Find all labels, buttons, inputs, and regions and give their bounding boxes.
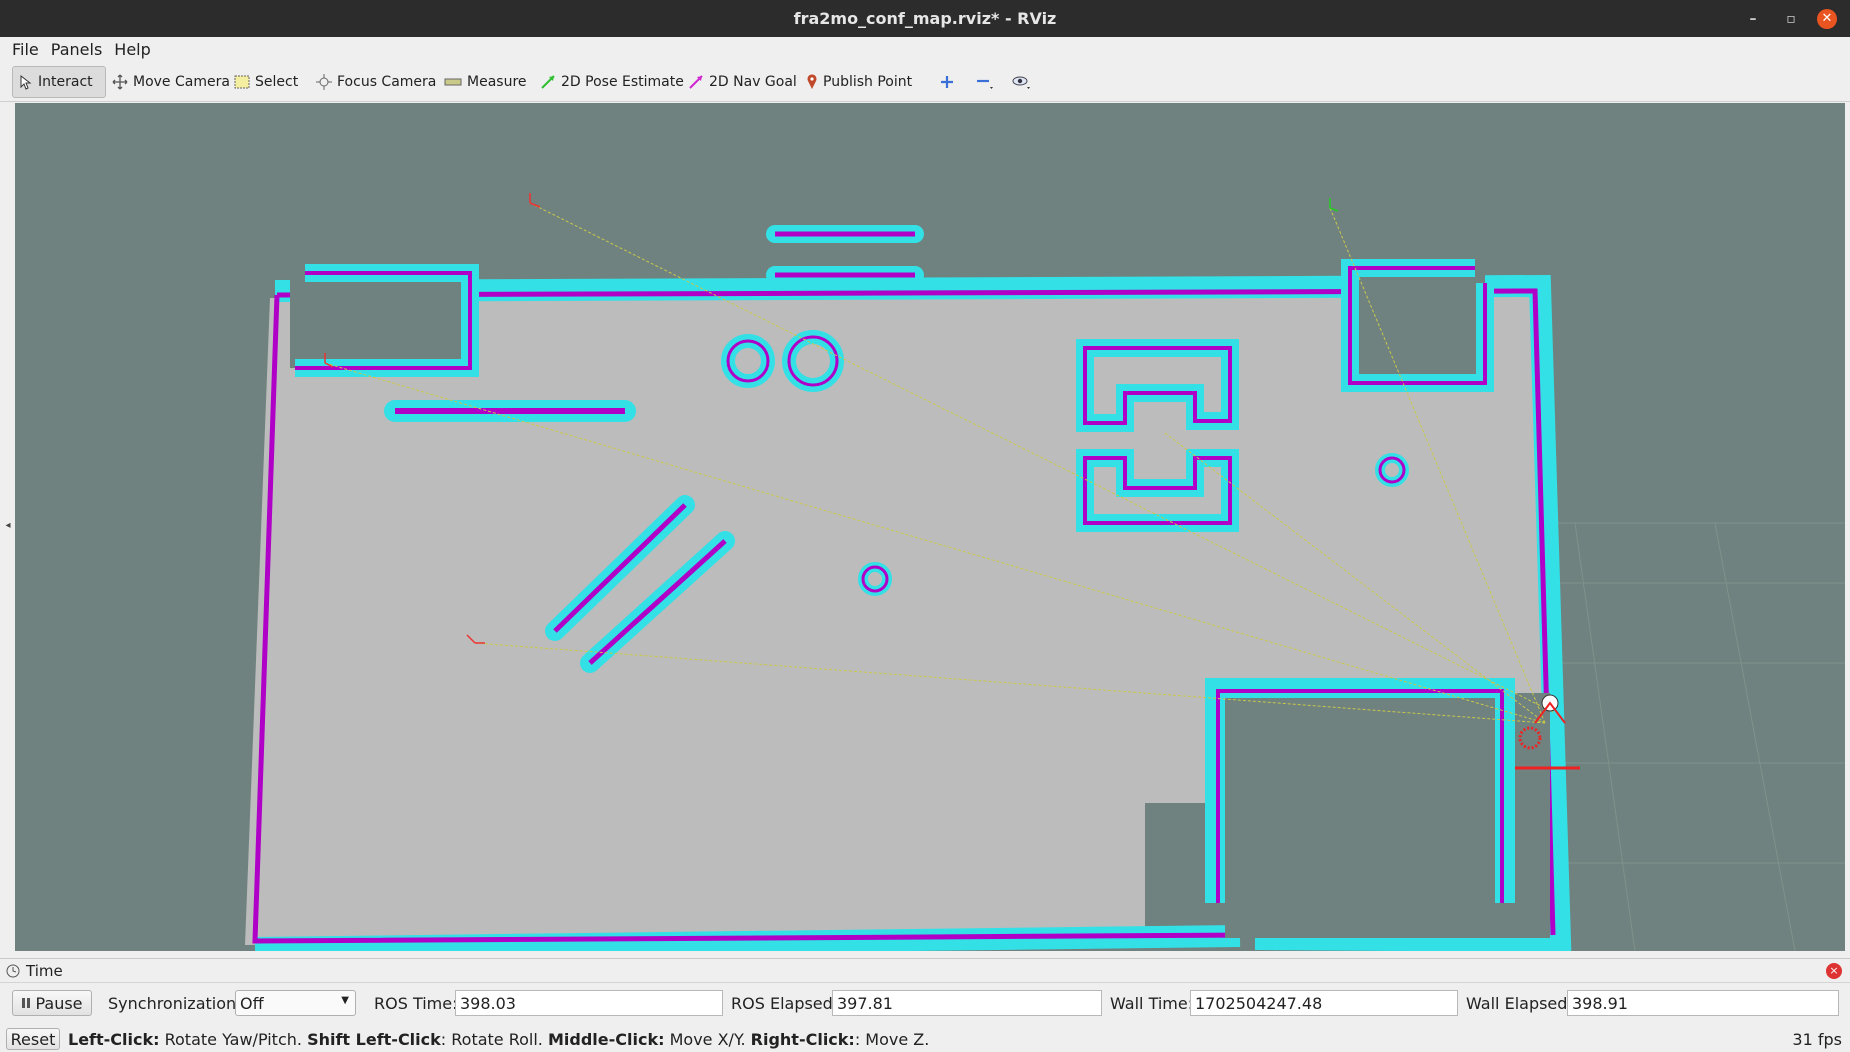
ros-time-label: ROS Time: — [374, 994, 458, 1013]
menubar: File Panels Help — [0, 37, 1850, 62]
toolbar: Interact Move Camera Select Focus Camera… — [0, 62, 1850, 102]
sync-label: Synchronization: — [108, 994, 242, 1013]
tool-2d-pose-estimate[interactable]: 2D Pose Estimate — [536, 66, 688, 98]
menu-panels[interactable]: Panels — [45, 40, 109, 59]
status-hint: Left-Click: Rotate Yaw/Pitch. Shift Left… — [68, 1029, 930, 1049]
close-button[interactable]: ✕ — [1810, 0, 1844, 37]
ros-time-field[interactable]: 398.03 — [455, 990, 723, 1016]
cursor-icon — [20, 74, 32, 90]
maximize-button[interactable]: ▫ — [1774, 0, 1808, 37]
tool-label: 2D Pose Estimate — [561, 74, 684, 90]
wall-elapsed-field[interactable]: 398.91 — [1567, 990, 1839, 1016]
move-icon — [112, 74, 128, 90]
eye-icon — [1012, 76, 1030, 89]
clock-icon — [6, 964, 20, 977]
tool-interact[interactable]: Interact — [12, 66, 106, 98]
pink-arrow-icon — [689, 75, 703, 89]
statusbar: Reset Left-Click: Rotate Yaw/Pitch. Shif… — [0, 1026, 1850, 1052]
reset-button[interactable]: Reset — [6, 1028, 60, 1050]
tool-2d-nav-goal[interactable]: 2D Nav Goal — [684, 66, 801, 98]
chevron-down-icon: ▼ — [341, 995, 349, 1006]
close-icon: ✕ — [1817, 8, 1837, 29]
pause-icon — [22, 998, 31, 1008]
top-right-block — [1341, 259, 1494, 392]
wall-time-label: Wall Time: — [1110, 994, 1194, 1013]
menu-help[interactable]: Help — [108, 40, 156, 59]
tool-measure[interactable]: Measure — [440, 66, 531, 98]
sync-dropdown[interactable]: Off ▼ — [235, 990, 356, 1016]
map-pin-icon — [807, 74, 817, 89]
select-box-icon — [234, 75, 250, 89]
minus-icon — [977, 79, 993, 89]
render-viewport[interactable] — [15, 103, 1845, 951]
view-options-button[interactable] — [1008, 66, 1036, 98]
tool-move-camera[interactable]: Move Camera — [108, 66, 234, 98]
pause-button[interactable]: Pause — [12, 990, 92, 1016]
time-panel-title: Time — [26, 961, 63, 980]
time-panel-close-icon[interactable]: × — [1826, 963, 1842, 979]
occupancy-map — [245, 193, 1845, 951]
tool-label: Publish Point — [823, 74, 913, 90]
tool-label: Interact — [38, 74, 93, 90]
plus-icon — [941, 76, 953, 88]
top-center-bars — [766, 225, 924, 284]
add-tool-button[interactable] — [936, 66, 958, 98]
tool-label: Select — [255, 74, 299, 90]
time-controls-row: Pause Synchronization: Off ▼ ROS Time: 3… — [0, 987, 1850, 1019]
tool-label: Measure — [467, 74, 527, 90]
ruler-icon — [444, 78, 462, 86]
left-dock-arrow-icon[interactable]: ◂ — [2, 520, 14, 531]
menu-file[interactable]: File — [6, 40, 45, 59]
tool-label: Focus Camera — [337, 74, 437, 90]
tool-label: 2D Nav Goal — [709, 74, 797, 90]
wall-elapsed-label: Wall Elapsed: — [1466, 994, 1573, 1013]
green-arrow-icon — [541, 75, 555, 89]
minimize-button[interactable]: – — [1736, 0, 1770, 37]
time-panel: Time × Pause Synchronization: Off ▼ ROS … — [0, 958, 1850, 1026]
focus-icon — [316, 74, 332, 90]
window-titlebar: fra2mo_conf_map.rviz* - RViz – ▫ ✕ — [0, 0, 1850, 37]
time-panel-header: Time × — [0, 959, 1850, 983]
wall-time-field[interactable]: 1702504247.48 — [1190, 990, 1458, 1016]
ros-elapsed-field[interactable]: 397.81 — [832, 990, 1102, 1016]
ros-elapsed-label: ROS Elapsed: — [731, 994, 839, 1013]
bottom-right-room — [1205, 678, 1550, 938]
window-title: fra2mo_conf_map.rviz* - RViz — [793, 9, 1057, 28]
tool-publish-point[interactable]: Publish Point — [802, 66, 916, 98]
top-left-block — [290, 263, 479, 377]
remove-tool-button[interactable] — [972, 66, 998, 98]
tool-focus-camera[interactable]: Focus Camera — [312, 66, 440, 98]
tool-select[interactable]: Select — [230, 66, 302, 98]
tool-label: Move Camera — [133, 74, 230, 90]
fps-readout: 31 fps — [1792, 1030, 1842, 1049]
